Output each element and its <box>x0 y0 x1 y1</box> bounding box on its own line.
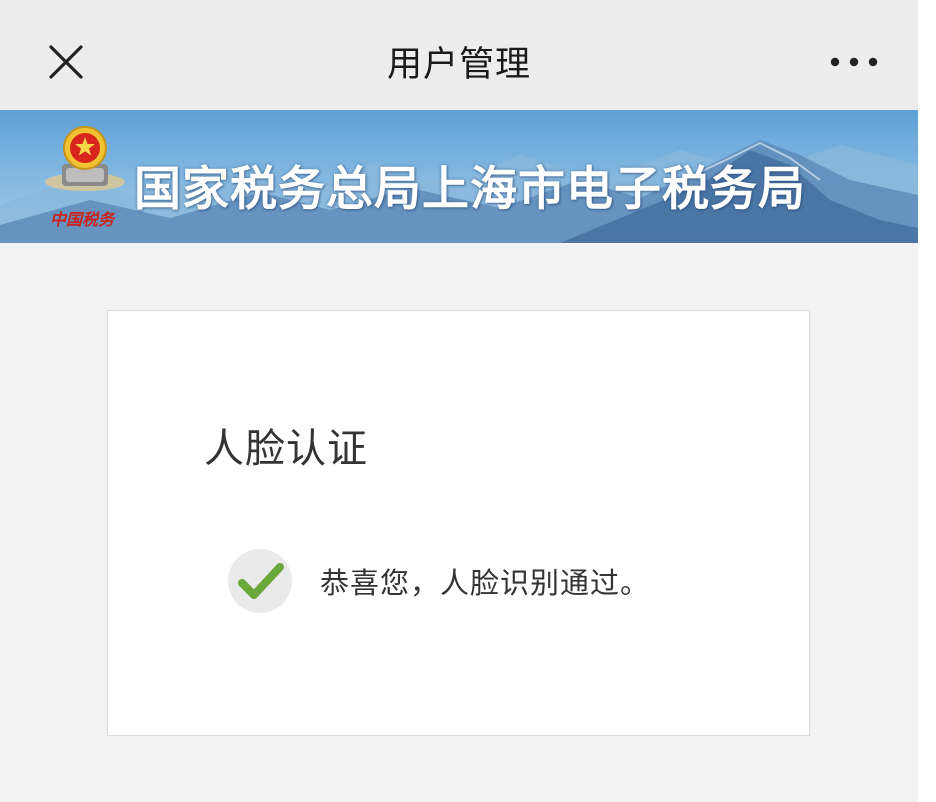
banner-title: 国家税务总局上海市电子税务局 <box>134 162 806 217</box>
more-horizontal-icon <box>830 57 878 67</box>
face-auth-card: 人脸认证 恭喜您，人脸识别通过。 <box>107 310 810 736</box>
success-message: 恭喜您，人脸识别通过。 <box>320 566 651 600</box>
page-title: 用户管理 <box>386 45 531 85</box>
tax-emblem-icon <box>42 124 128 208</box>
tax-bureau-banner: 国家税务总局上海市电子税务局 <box>0 110 918 243</box>
emblem-caption: 中国税务 <box>50 210 115 229</box>
app-window: 用户管理 国家税务总局上海市电子税务局 中国税务 人脸认证 恭喜您，人脸识别通过… <box>0 0 918 802</box>
card-title: 人脸认证 <box>204 426 368 472</box>
more-button[interactable] <box>825 48 885 76</box>
success-message-row: 恭喜您，人脸识别通过。 <box>226 549 650 613</box>
top-nav-bar: 用户管理 <box>0 0 918 110</box>
check-icon <box>228 549 292 613</box>
